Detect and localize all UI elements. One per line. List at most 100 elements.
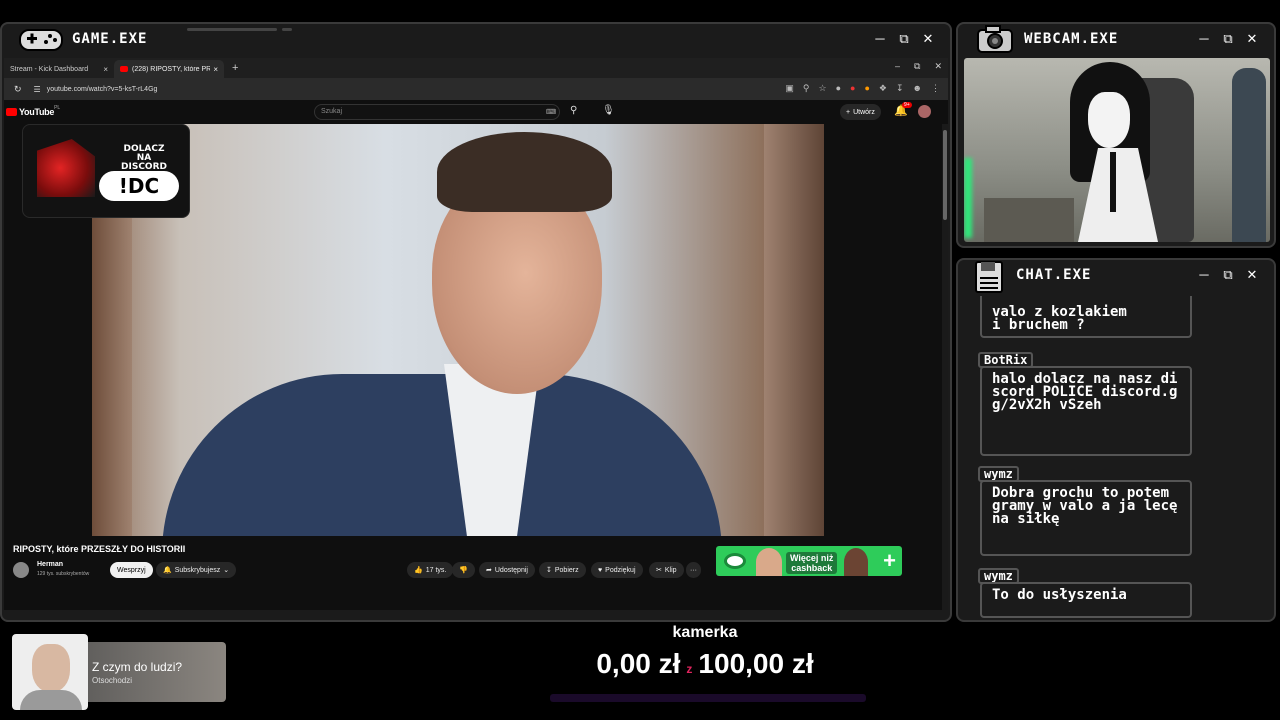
webcam-titlebar[interactable]: WEBCAM.EXE ─ ⧉ ✕ — [958, 24, 1274, 54]
ad-banner[interactable]: Więcej niż cashback + — [716, 546, 902, 576]
ad-person — [844, 548, 868, 576]
chat-window-title: CHAT.EXE — [1016, 267, 1092, 283]
keyboard-icon[interactable]: ⌨ — [546, 108, 556, 116]
youtube-favicon-icon — [120, 66, 128, 72]
channel-name[interactable]: Herman — [37, 561, 63, 568]
browser-window: Stream - Kick Dashboard × (228) RIPOSTY,… — [4, 58, 948, 610]
new-tab-button[interactable]: + — [232, 62, 238, 74]
donation-goal: kamerka 0,00 zł z 100,00 zł — [550, 622, 866, 720]
address-bar-row: ↻ ☰ youtube.com/watch?v=5-ksT-rL4Gg ▣ ⚲ … — [4, 78, 948, 100]
now-playing-widget: Z czym do ludzi? Otsochodzi — [12, 634, 226, 710]
close-button[interactable]: ✕ — [1244, 266, 1260, 282]
clip-button[interactable]: ✂ Klip — [649, 562, 684, 578]
thumbs-up-icon: 👍 — [414, 567, 423, 574]
dislike-button[interactable]: 👎 — [452, 562, 475, 578]
url-field[interactable]: youtube.com/watch?v=5-ksT-rL4Gg — [47, 86, 158, 93]
menu-icon[interactable]: ⋮ — [931, 83, 940, 94]
tab-kick-dashboard[interactable]: Stream - Kick Dashboard × — [4, 60, 114, 78]
like-button[interactable]: 👍 17 tys. — [407, 562, 454, 578]
tab-label: (228) RIPOSTY, które PRZES... — [132, 65, 210, 73]
discord-overlay[interactable]: DOLACZ NA DISCORD !DC — [22, 124, 190, 218]
download-icon: ↧ — [546, 567, 552, 574]
chat-feed[interactable]: valo z kozlakiem i bruchem ? BotRix halo… — [958, 296, 1274, 618]
tab-label: Stream - Kick Dashboard — [10, 65, 89, 73]
like-count: 17 tys. — [425, 566, 447, 574]
ad-plus-icon: + — [883, 548, 896, 573]
tab-close-icon[interactable]: × — [103, 65, 108, 74]
chat-window: CHAT.EXE ─ ⧉ ✕ valo z kozlakiem i bruche… — [956, 258, 1276, 622]
create-label: Utwórz — [853, 108, 875, 116]
search-input[interactable]: Szukaj — [314, 104, 560, 120]
minimize-button[interactable]: ─ — [872, 30, 888, 46]
chat-titlebar[interactable]: CHAT.EXE ─ ⧉ ✕ — [958, 260, 1274, 293]
rgb-light — [964, 158, 972, 238]
chat-message: To do usłyszenia — [980, 582, 1192, 618]
microphone-icon[interactable]: 🎙 — [602, 105, 615, 116]
restore-button[interactable]: ⧉ — [1220, 30, 1236, 46]
search-icon[interactable]: ⚲ — [570, 105, 577, 116]
tab-close-icon[interactable]: × — [213, 65, 218, 74]
subscribed-label: Subskrybujesz — [174, 566, 221, 574]
chat-message: halo dolacz na nasz discord POLICE disco… — [980, 366, 1192, 456]
album-art — [12, 634, 88, 710]
thanks-button[interactable]: ♥ Podziękuj — [591, 562, 643, 578]
goal-label: kamerka — [672, 624, 738, 641]
create-button[interactable]: + Utwórz — [840, 104, 881, 120]
title-decoration — [187, 28, 277, 31]
thanks-icon: ♥ — [598, 566, 603, 574]
thanks-label: Podziękuj — [605, 566, 636, 574]
minimize-button[interactable]: ─ — [1196, 266, 1212, 282]
webcam-window: WEBCAM.EXE ─ ⧉ ✕ — [956, 22, 1276, 248]
restore-button[interactable]: ⧉ — [1220, 266, 1236, 282]
goal-current: 0,00 zł — [596, 648, 681, 679]
extension-icon[interactable]: ● — [864, 83, 869, 94]
notification-count: 9+ — [902, 102, 912, 108]
download-button[interactable]: ↧ Pobierz — [539, 562, 586, 578]
anime-avatar — [1060, 62, 1170, 242]
zoom-icon[interactable]: ⚲ — [803, 83, 810, 94]
avatar[interactable] — [918, 105, 931, 118]
reload-icon[interactable]: ↻ — [14, 84, 22, 95]
youtube-logo[interactable]: YouTube — [19, 107, 54, 117]
ad-logo-icon — [724, 553, 746, 569]
video-info: RIPOSTY, które PRZESZŁY DO HISTORII Herm… — [4, 538, 944, 608]
thumbs-down-icon: 👎 — [459, 567, 468, 574]
tab-youtube[interactable]: (228) RIPOSTY, które PRZES... × — [114, 60, 224, 78]
profile-icon[interactable]: ☻ — [913, 83, 922, 94]
subscribed-button[interactable]: 🔔 Subskrybujesz ⌄ — [156, 562, 237, 578]
site-info-icon[interactable]: ☰ — [34, 85, 41, 94]
support-button[interactable]: Wesprzyj — [110, 562, 153, 578]
close-button[interactable]: ✕ — [1244, 30, 1260, 46]
cast-icon[interactable]: ▣ — [785, 83, 794, 94]
anime-logo-icon — [37, 139, 95, 197]
floppy-icon — [974, 260, 1004, 294]
discord-badge: !DC — [99, 171, 179, 201]
minimize-button[interactable]: ─ — [1196, 30, 1212, 46]
close-icon[interactable]: ✕ — [934, 61, 942, 72]
chevron-down-icon: ⌄ — [223, 567, 230, 574]
extension-icon[interactable]: ● — [850, 83, 855, 94]
puzzle-icon[interactable]: ❖ — [879, 83, 887, 94]
bookmark-star-icon[interactable]: ☆ — [819, 83, 827, 94]
song-title: Z czym do ludzi? — [92, 660, 183, 674]
restore-button[interactable]: ⧉ — [896, 30, 912, 46]
scrollbar-thumb[interactable] — [943, 130, 947, 220]
maximize-icon[interactable]: ⧉ — [914, 61, 920, 72]
webcam-window-title: WEBCAM.EXE — [1024, 31, 1119, 47]
extension-icon[interactable]: ● — [836, 83, 841, 94]
game-window: GAME.EXE ─ ⧉ ✕ Stream - Kick Dashboard ×… — [0, 22, 952, 622]
close-button[interactable]: ✕ — [920, 30, 936, 46]
channel-avatar[interactable] — [13, 562, 29, 578]
ad-text: Więcej niż — [790, 553, 834, 563]
bell-icon: 🔔 — [163, 567, 172, 574]
more-button[interactable]: ··· — [686, 562, 701, 578]
youtube-logo-icon[interactable] — [6, 108, 17, 116]
download-icon[interactable]: ↧ — [896, 83, 904, 94]
goal-progress-bar — [550, 694, 866, 702]
minimize-icon[interactable]: – — [895, 61, 900, 72]
plus-icon: + — [846, 108, 851, 116]
game-titlebar[interactable]: GAME.EXE ─ ⧉ ✕ — [2, 24, 950, 54]
video-player[interactable]: AN — [92, 124, 824, 536]
share-button[interactable]: ➦ Udostępnij — [479, 562, 535, 578]
song-artist: Otsochodzi — [92, 676, 133, 685]
